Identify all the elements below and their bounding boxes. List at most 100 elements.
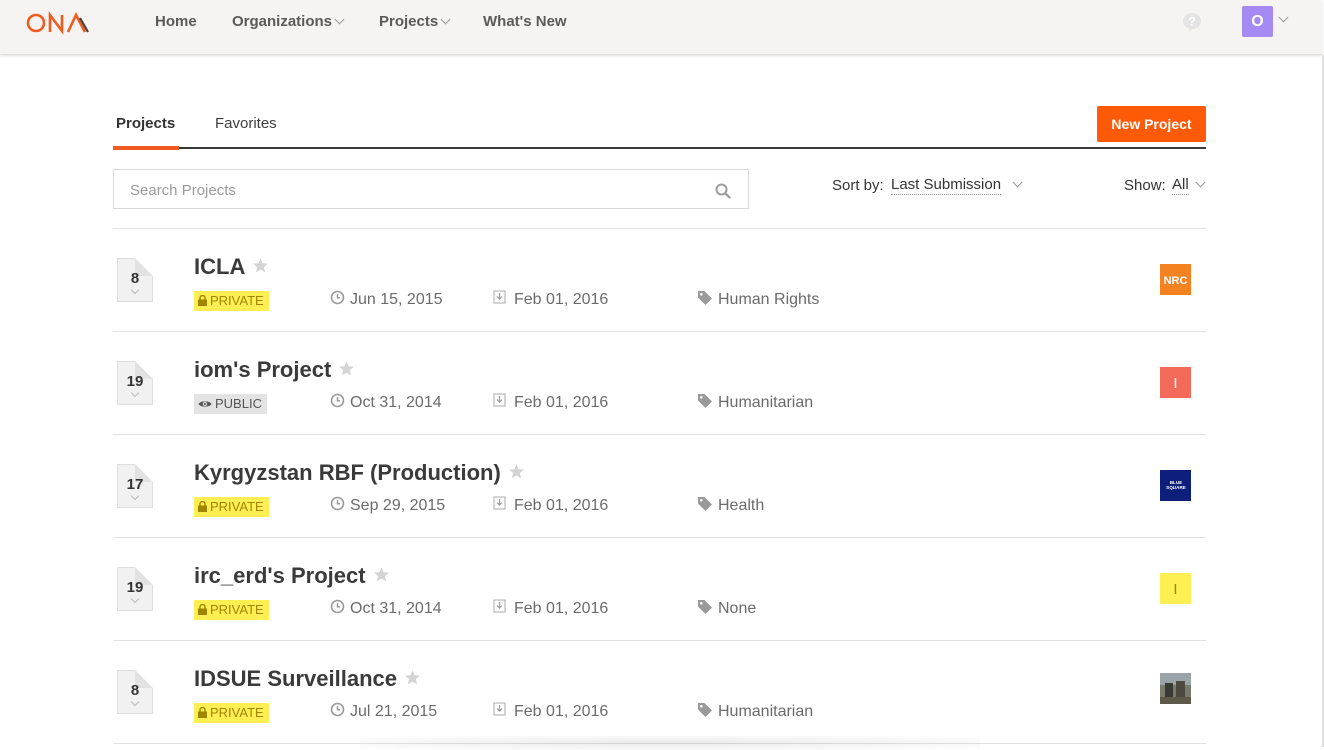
eye-icon	[198, 400, 212, 407]
last-submission-text: Feb 01, 2016	[514, 394, 609, 411]
clock-icon	[330, 496, 345, 511]
project-tag-text: Health	[718, 497, 765, 514]
show-label: Show:	[1124, 177, 1166, 194]
form-count-icon[interactable]: 17	[117, 464, 153, 508]
show-dropdown[interactable]: All	[1172, 176, 1189, 195]
search-input[interactable]	[114, 170, 712, 210]
form-count: 17	[126, 476, 144, 493]
nav-organizations[interactable]: Organizations	[232, 13, 345, 30]
svg-text:SQUARE: SQUARE	[1166, 485, 1186, 490]
submission-icon	[493, 393, 506, 407]
created-date: Sep 29, 2015	[330, 496, 446, 515]
visibility-text: PRIVATE	[210, 602, 264, 617]
search-icon[interactable]	[714, 182, 732, 200]
project-tag-text: Humanitarian	[718, 394, 814, 411]
last-submission-date: Feb 01, 2016	[493, 393, 609, 412]
clock-icon	[330, 393, 345, 408]
project-tag[interactable]: None	[697, 600, 756, 618]
nav-home[interactable]: Home	[155, 13, 197, 30]
form-count-icon[interactable]: 8	[117, 670, 153, 714]
new-project-button[interactable]: New Project	[1097, 106, 1206, 142]
top-navbar: Home Organizations Projects What's New ?…	[0, 0, 1322, 55]
active-tab-indicator	[113, 146, 179, 150]
chevron-down-icon[interactable]	[1012, 177, 1023, 188]
tab-projects[interactable]: Projects	[116, 115, 175, 132]
form-count-icon[interactable]: 8	[117, 258, 153, 302]
last-submission-date: Feb 01, 2016	[493, 599, 609, 618]
last-submission-date: Feb 01, 2016	[493, 496, 609, 515]
nav-projects[interactable]: Projects	[379, 13, 451, 30]
created-date: Jul 21, 2015	[330, 702, 437, 721]
project-title-text: Kyrgyzstan RBF (Production)	[194, 460, 501, 485]
project-title-text: ICLA	[194, 254, 246, 279]
clock-icon	[330, 702, 345, 717]
org-logo-nrc[interactable]: NRC	[1160, 264, 1191, 295]
project-tag[interactable]: Humanitarian	[697, 394, 813, 412]
visibility-badge: PRIVATE	[194, 291, 269, 311]
sort-label: Sort by:	[832, 177, 884, 194]
clock-icon	[330, 290, 345, 305]
visibility-badge: PRIVATE	[194, 497, 269, 517]
star-icon[interactable]	[404, 669, 421, 686]
svg-text:?: ?	[1188, 15, 1195, 29]
star-icon[interactable]	[338, 360, 355, 377]
visibility-text: PRIVATE	[210, 705, 264, 720]
last-submission-date: Feb 01, 2016	[493, 702, 608, 721]
project-row[interactable]: 17 Kyrgyzstan RBF (Production) PRIVATE S…	[113, 435, 1206, 537]
project-row[interactable]: 19 irc_erd's Project PRIVATE Oct 31, 201…	[113, 538, 1206, 640]
project-title[interactable]: ICLA	[194, 254, 269, 280]
tab-favorites[interactable]: Favorites	[215, 115, 277, 132]
created-date-text: Sep 29, 2015	[350, 497, 446, 514]
org-logo-photo[interactable]	[1160, 673, 1191, 704]
project-row[interactable]: 19 iom's Project PUBLIC Oct 31, 2014 Feb…	[113, 332, 1206, 434]
star-icon[interactable]	[252, 257, 269, 274]
project-tag[interactable]: Human Rights	[697, 291, 819, 309]
project-title[interactable]: IDSUE Surveillance	[194, 666, 421, 692]
last-submission-date: Feb 01, 2016	[493, 290, 609, 309]
ona-logo[interactable]	[26, 10, 96, 36]
project-title[interactable]: Kyrgyzstan RBF (Production)	[194, 460, 525, 486]
project-title-text: irc_erd's Project	[194, 563, 366, 588]
submission-icon	[493, 702, 506, 716]
project-tag-text: Human Rights	[718, 291, 820, 308]
project-tag[interactable]: Health	[697, 497, 764, 515]
chevron-down-icon[interactable]	[1195, 177, 1206, 188]
org-logo-bluesquare[interactable]: BLUESQUARE	[1160, 470, 1191, 501]
avatar[interactable]: O	[1242, 6, 1273, 37]
lock-icon	[198, 500, 207, 513]
help-icon[interactable]: ?	[1181, 11, 1203, 33]
project-tag-text: None	[718, 600, 757, 617]
nav-home-label: Home	[155, 13, 197, 30]
visibility-badge: PRIVATE	[194, 600, 269, 620]
project-tag-text: Humanitarian	[718, 703, 814, 720]
svg-text:I: I	[1173, 375, 1177, 392]
project-row[interactable]: 8 ICLA PRIVATE Jun 15, 2015 Feb 01, 2016…	[113, 229, 1206, 331]
last-submission-text: Feb 01, 2016	[514, 291, 609, 308]
project-title[interactable]: iom's Project	[194, 357, 355, 383]
last-submission-text: Feb 01, 2016	[514, 497, 609, 514]
visibility-text: PRIVATE	[210, 293, 264, 308]
chevron-down-icon[interactable]	[1278, 12, 1289, 23]
svg-text:I: I	[1173, 581, 1177, 598]
project-row[interactable]: 8 IDSUE Surveillance PRIVATE Jul 21, 201…	[113, 641, 1206, 743]
created-date: Oct 31, 2014	[330, 599, 442, 618]
star-icon[interactable]	[508, 463, 525, 480]
visibility-text: PUBLIC	[215, 396, 262, 411]
form-count: 8	[130, 270, 140, 287]
nav-whats-new[interactable]: What's New	[483, 13, 567, 30]
project-tag[interactable]: Humanitarian	[697, 703, 813, 721]
submission-icon	[493, 496, 506, 510]
project-title-text: iom's Project	[194, 357, 332, 382]
search-box	[113, 169, 749, 210]
form-count-icon[interactable]: 19	[117, 567, 153, 611]
project-title[interactable]: irc_erd's Project	[194, 563, 390, 589]
tag-icon	[698, 291, 712, 306]
star-icon[interactable]	[373, 566, 390, 583]
created-date: Jun 15, 2015	[330, 290, 443, 309]
tabs-divider	[113, 147, 1206, 149]
org-logo-initial[interactable]: I	[1160, 367, 1191, 398]
org-logo-initial[interactable]: I	[1160, 573, 1191, 604]
sort-dropdown[interactable]: Last Submission	[891, 176, 1002, 195]
last-submission-text: Feb 01, 2016	[514, 600, 609, 617]
form-count-icon[interactable]: 19	[117, 361, 153, 405]
